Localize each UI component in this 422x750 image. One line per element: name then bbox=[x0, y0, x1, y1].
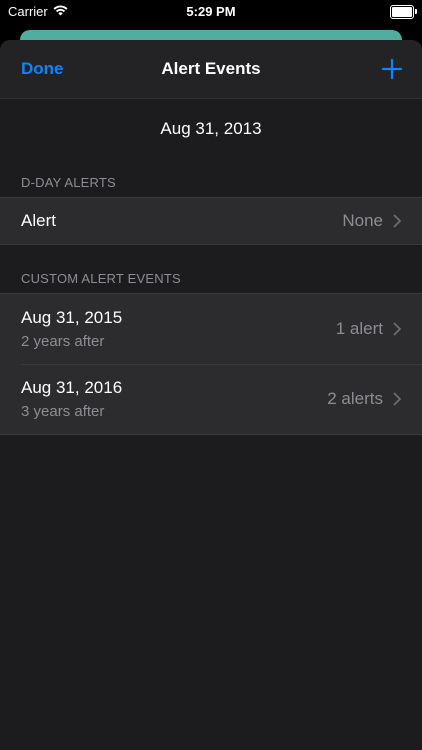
battery-icon bbox=[390, 5, 417, 19]
chevron-right-icon bbox=[393, 392, 401, 406]
chevron-right-icon bbox=[393, 322, 401, 336]
custom-event-row[interactable]: Aug 31, 2015 2 years after 1 alert bbox=[0, 294, 422, 364]
section-header-custom: CUSTOM ALERT EVENTS bbox=[21, 271, 181, 286]
custom-event-row[interactable]: Aug 31, 2016 3 years after 2 alerts bbox=[0, 364, 422, 434]
navigation-bar: Done Alert Events bbox=[0, 40, 422, 99]
row-title: Alert bbox=[21, 211, 56, 230]
dday-alerts-group: Alert None bbox=[0, 197, 422, 245]
row-title: Aug 31, 2016 bbox=[21, 378, 123, 397]
section-header-dday: D-DAY ALERTS bbox=[21, 175, 116, 190]
row-subtitle: 3 years after bbox=[21, 403, 105, 420]
add-button[interactable] bbox=[380, 57, 404, 81]
row-title: Aug 31, 2015 bbox=[21, 308, 123, 327]
alert-row[interactable]: Alert None bbox=[0, 198, 422, 244]
row-main: Aug 31, 2015 2 years after bbox=[21, 308, 336, 350]
row-value: 1 alert bbox=[335, 319, 383, 338]
alert-events-sheet: Done Alert Events Aug 31, 2013 D-DAY ALE… bbox=[0, 40, 422, 750]
row-subtitle: 2 years after bbox=[21, 333, 105, 350]
status-time: 5:29 PM bbox=[186, 4, 236, 19]
row-value: None bbox=[342, 211, 383, 230]
chevron-right-icon bbox=[393, 214, 401, 228]
custom-alerts-group: Aug 31, 2015 2 years after 1 alert Aug 3… bbox=[0, 293, 422, 435]
row-main: Aug 31, 2016 3 years after bbox=[21, 378, 327, 420]
plus-icon bbox=[381, 58, 403, 80]
status-bar: Carrier 5:29 PM bbox=[0, 0, 422, 24]
page-title: Alert Events bbox=[161, 59, 261, 78]
event-date: Aug 31, 2013 bbox=[160, 119, 262, 138]
row-main: Alert bbox=[21, 211, 342, 231]
row-value: 2 alerts bbox=[327, 389, 383, 408]
screen: Carrier 5:29 PM Done Alert Events Aug 31… bbox=[0, 0, 422, 750]
